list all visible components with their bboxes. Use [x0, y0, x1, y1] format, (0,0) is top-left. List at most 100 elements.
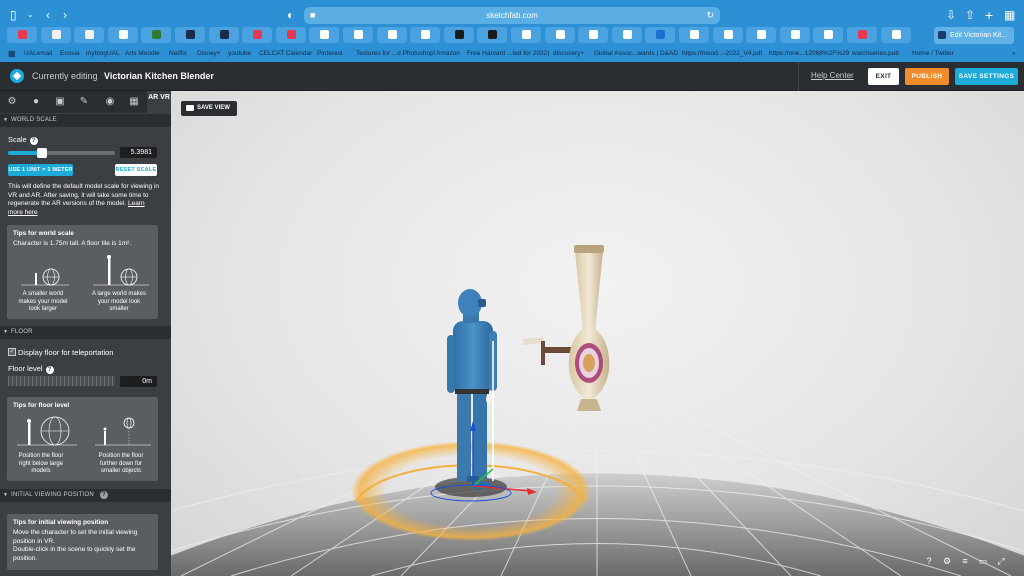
floor-level-label: Floor level?: [8, 364, 54, 374]
browser-tab[interactable]: [611, 27, 642, 43]
browser-tab[interactable]: [7, 27, 37, 43]
bookmark-link[interactable]: Textures for ...d Photoshop!: [356, 47, 436, 61]
scale-slider-handle[interactable]: [37, 148, 48, 158]
browser-tab[interactable]: [175, 27, 205, 43]
browser-tab[interactable]: [208, 27, 239, 43]
image-icon[interactable]: ▣: [48, 91, 72, 113]
browser-tab[interactable]: [74, 27, 105, 43]
bookmark-link[interactable]: Global Assoc...wards | D&AD: [594, 47, 678, 61]
vr-icon[interactable]: ▭: [977, 555, 989, 567]
bookmark-link[interactable]: Netflix: [169, 47, 187, 61]
browser-tab[interactable]: [275, 27, 306, 43]
back-icon[interactable]: ‹: [46, 8, 50, 22]
question-icon[interactable]: ?: [29, 137, 38, 145]
world-scale-section-header[interactable]: ▼ WORLD SCALE: [0, 114, 171, 127]
bookmark-link[interactable]: Amazon: [436, 47, 460, 61]
share-icon[interactable]: ⇧: [965, 8, 975, 22]
tips-text: Move the character to set the initial vi…: [13, 529, 153, 563]
scene-canvas[interactable]: [171, 91, 1024, 576]
layers-icon[interactable]: ≡: [959, 555, 971, 567]
bookmark-link[interactable]: Free Harvard ...ted for 2022): [467, 47, 549, 61]
tab-favicon-icon: [824, 30, 834, 39]
settings-icon[interactable]: ⚙: [941, 555, 953, 567]
exit-button[interactable]: EXIT: [868, 68, 899, 85]
grid-icon[interactable]: ▦: [8, 47, 16, 61]
forward-icon[interactable]: ›: [63, 8, 67, 22]
bookmark-link[interactable]: Home / Twitter: [912, 47, 954, 61]
browser-tab[interactable]: [880, 27, 911, 43]
film-icon[interactable]: ▦: [122, 91, 146, 113]
browser-tab[interactable]: [847, 27, 877, 43]
active-tab[interactable]: Edit Victorian Kit...: [934, 27, 1014, 44]
save-settings-button[interactable]: SAVE SETTINGS: [955, 68, 1018, 85]
bookmark-link[interactable]: UALemail: [24, 47, 52, 61]
question-icon[interactable]: ?: [45, 366, 54, 374]
new-tab-icon[interactable]: +: [985, 8, 993, 22]
browser-tab[interactable]: [376, 27, 407, 43]
bulb-icon[interactable]: ●: [24, 91, 48, 113]
publish-button[interactable]: PUBLISH: [905, 68, 949, 85]
sketchfab-logo-icon[interactable]: [10, 69, 24, 83]
gear-icon[interactable]: ⚙: [0, 91, 24, 113]
pin-icon[interactable]: ◉: [98, 91, 122, 113]
address-bar[interactable]: ■ sketchfab.com ↻: [304, 7, 720, 24]
bookmark-link[interactable]: Pinterest: [317, 47, 343, 61]
browser-tab[interactable]: [477, 27, 508, 43]
browser-tab[interactable]: [343, 27, 373, 43]
floor-level-slider[interactable]: [8, 376, 115, 386]
floor-section-header[interactable]: ▼ FLOOR: [0, 326, 171, 339]
browser-tab[interactable]: [40, 27, 71, 43]
browser-tab[interactable]: [779, 27, 810, 43]
initial-viewing-section-header[interactable]: ▼ INITIAL VIEWING POSITION?: [0, 489, 171, 502]
bookmark-link[interactable]: Arts Moodle: [125, 47, 160, 61]
more-bookmarks-icon[interactable]: »: [1012, 47, 1016, 61]
browser-chrome: ▯ ⌄ ‹ › ◐ ■ sketchfab.com ↻ ⇩ ⇧ + ▦ Edit…: [0, 0, 1024, 62]
browser-tab[interactable]: [679, 27, 709, 43]
scale-slider[interactable]: [8, 148, 115, 158]
fullscreen-icon[interactable]: ⤢: [995, 555, 1007, 567]
bookmark-link[interactable]: youtube: [228, 47, 251, 61]
bookmark-link[interactable]: Disney+: [197, 47, 221, 61]
browser-tab[interactable]: [578, 27, 609, 43]
brush-icon[interactable]: ✎: [72, 91, 96, 113]
floor-further-illustration: [95, 417, 151, 446]
bookmark-link[interactable]: myblogUAL: [86, 47, 120, 61]
bookmark-link[interactable]: Ecosia: [60, 47, 80, 61]
browser-tab[interactable]: [443, 27, 474, 43]
browser-tab[interactable]: [813, 27, 844, 43]
browser-tab[interactable]: [242, 27, 273, 43]
browser-tab[interactable]: [511, 27, 541, 43]
browser-tab[interactable]: [712, 27, 743, 43]
bookmark-link[interactable]: https://mood...-2022_V4.pdf: [682, 47, 762, 61]
floor-level-value-field[interactable]: 0m: [120, 376, 157, 387]
bookmark-link[interactable]: CELCAT Calendar: [259, 47, 312, 61]
use-1-unit-button[interactable]: USE 1 UNIT = 1 METER: [8, 164, 73, 176]
browser-tab[interactable]: [107, 27, 138, 43]
browser-tab[interactable]: [746, 27, 777, 43]
browser-tab[interactable]: [544, 27, 575, 43]
sidebar-toggle-icon[interactable]: ▯: [10, 8, 17, 22]
shield-icon[interactable]: ◐: [287, 8, 294, 22]
help-center-link[interactable]: Help Center: [811, 71, 854, 80]
save-view-button[interactable]: SAVE VIEW: [181, 101, 237, 116]
bookmark-link[interactable]: https://one...12068%2F%29: [769, 47, 849, 61]
reset-scale-button[interactable]: RESET SCALE: [115, 164, 157, 176]
bookmark-link[interactable]: discovery+: [553, 47, 584, 61]
browser-tab[interactable]: [309, 27, 340, 43]
display-floor-checkbox[interactable]: ✓: [8, 348, 16, 356]
collapse-triangle-icon: ▼: [3, 329, 9, 335]
help-icon[interactable]: ?: [923, 555, 935, 567]
reload-icon[interactable]: ↻: [706, 7, 714, 24]
tab-overview-icon[interactable]: ▦: [1004, 8, 1015, 22]
download-icon[interactable]: ⇩: [946, 8, 956, 22]
chevron-down-icon[interactable]: ⌄: [27, 8, 34, 22]
scale-value-field[interactable]: 5.3981: [120, 147, 157, 158]
3d-viewport[interactable]: SAVE VIEW ? ⚙ ≡ ▭ ⤢: [171, 91, 1024, 576]
browser-tab[interactable]: [410, 27, 441, 43]
section-title: INITIAL VIEWING POSITION: [11, 492, 94, 498]
tab-ar-vr[interactable]: AR VR: [147, 91, 171, 113]
browser-tab[interactable]: [141, 27, 172, 43]
browser-tab[interactable]: [645, 27, 676, 43]
bookmark-link[interactable]: watchseries.pub: [852, 47, 899, 61]
question-icon[interactable]: ?: [99, 491, 108, 499]
